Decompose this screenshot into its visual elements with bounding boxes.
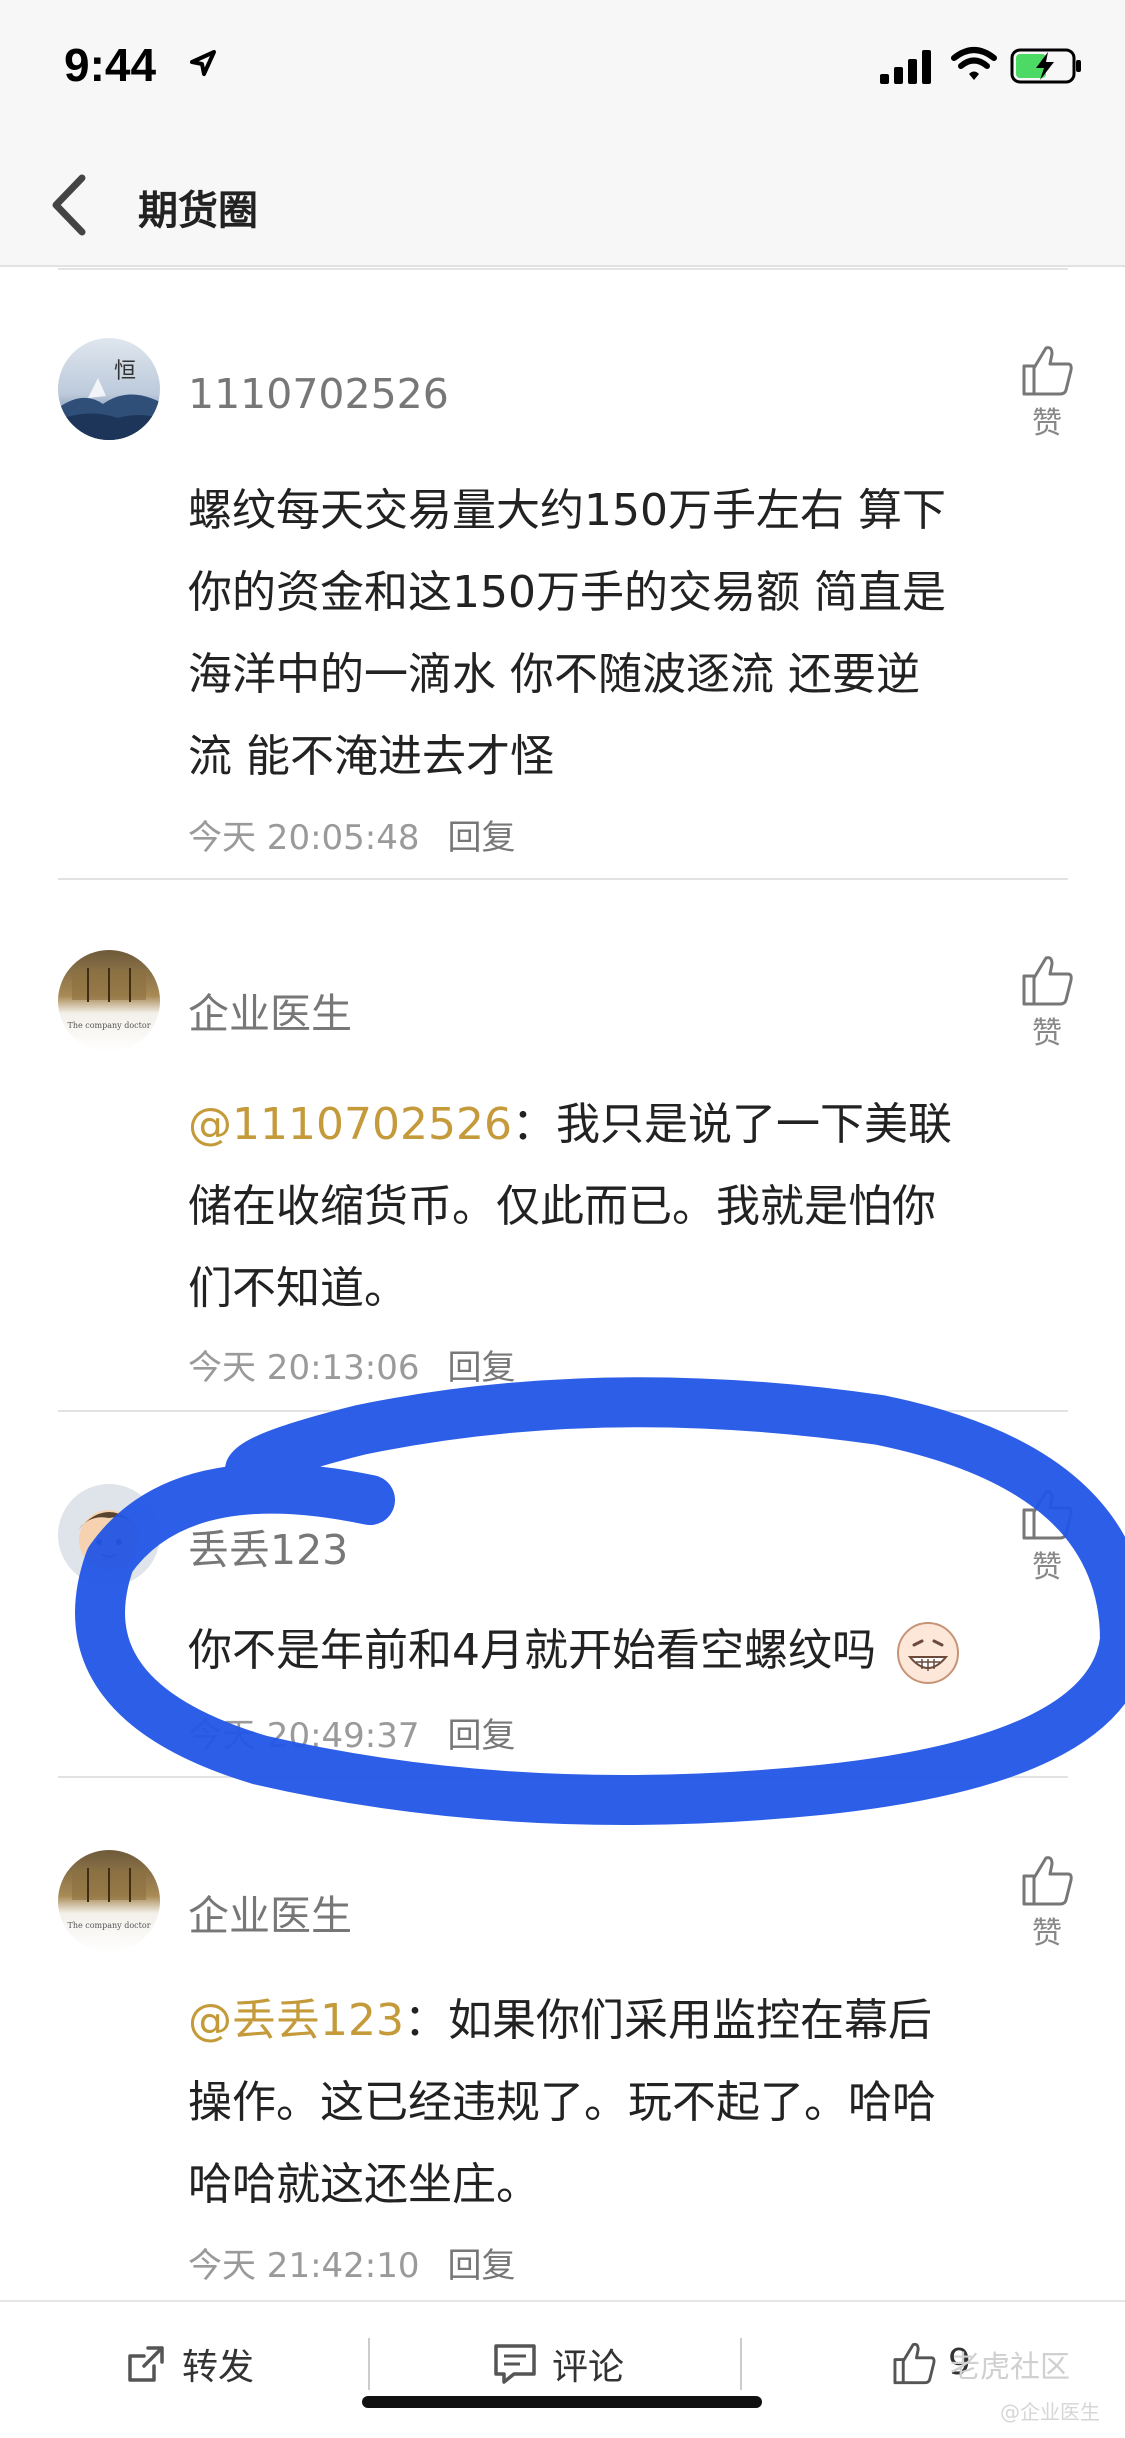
like-label: 赞 xyxy=(1032,1016,1062,1051)
home-indicator[interactable] xyxy=(362,2396,762,2408)
comment-line: 哈哈就这还坐庄。 xyxy=(188,2159,540,2210)
avatar[interactable]: 恒 xyxy=(58,338,160,440)
landscape-avatar-image: 恒 xyxy=(58,359,160,440)
reply-button[interactable]: 回复 xyxy=(448,1716,516,1756)
like-button[interactable]: 赞 xyxy=(1012,1484,1082,1586)
status-bar: 9:44 xyxy=(0,0,1125,140)
username[interactable]: 企业医生 xyxy=(188,980,352,1040)
username[interactable]: 丢丢123 xyxy=(188,1516,348,1576)
status-time: 9:44 xyxy=(64,39,157,91)
comment-label: 评论 xyxy=(552,2347,625,2388)
comment-text: 你不是年前和4月就开始看空螺纹吗 xyxy=(188,1610,1068,1692)
share-label: 转发 xyxy=(182,2347,255,2388)
comment-line: 你不是年前和4月就开始看空螺纹吗 xyxy=(188,1610,1068,1692)
comment-icon xyxy=(494,2344,536,2384)
thumbs-up-icon xyxy=(1022,346,1073,396)
share-button[interactable]: 转发 xyxy=(124,2338,254,2390)
like-label: 赞 xyxy=(1032,406,1062,441)
comment-line-text: ：我只是说了一下美联 xyxy=(511,1099,952,1150)
reply-button[interactable]: 回复 xyxy=(448,1348,516,1388)
share-icon xyxy=(128,2346,164,2382)
comment-line: 流 能不淹进去才怪 xyxy=(188,731,554,782)
page-title: 期货圈 xyxy=(138,188,258,234)
thumbs-up-icon xyxy=(893,2342,936,2385)
comment-line: @1110702526：我只是说了一下美联 xyxy=(188,1084,1068,1166)
cartoon-face-avatar-image xyxy=(78,1510,140,1570)
comment-meta: 今天 21:42:10 回复 xyxy=(188,2238,516,2287)
like-label: 赞 xyxy=(1032,1550,1062,1585)
reply-button[interactable]: 回复 xyxy=(448,2246,516,2286)
avatar[interactable]: The company doctor xyxy=(58,950,160,1052)
comment-line: 储在收缩货币。仅此而已。我就是怕你 xyxy=(188,1181,936,1232)
navigation-bar: 期货圈 xyxy=(0,140,1125,267)
signal-icon xyxy=(880,50,931,84)
grinning-emoji-icon xyxy=(897,1622,959,1684)
username[interactable]: 企业医生 xyxy=(188,1882,352,1942)
reply-button[interactable]: 回复 xyxy=(448,818,516,858)
company-doctor-avatar-image: The company doctor xyxy=(67,968,151,1030)
wifi-icon xyxy=(951,47,997,80)
comment-text: @1110702526：我只是说了一下美联 储在收缩货币。仅此而已。我就是怕你 … xyxy=(188,1084,1068,1330)
mention-link[interactable]: @丢丢123 xyxy=(188,1995,404,2046)
thumbs-up-icon xyxy=(1022,1490,1073,1540)
battery-charging-icon xyxy=(1010,48,1081,84)
avatar[interactable] xyxy=(58,1484,160,1586)
back-chevron-icon[interactable] xyxy=(42,170,102,240)
company-doctor-avatar-image: The company doctor xyxy=(67,1868,151,1930)
like-button[interactable]: 赞 xyxy=(1012,950,1082,1052)
thumbs-up-icon xyxy=(1022,1856,1073,1906)
comment-timestamp: 今天 21:42:10 xyxy=(188,2246,420,2286)
comment-text: @丢丢123：如果你们采用监控在幕后 操作。这已经违规了。玩不起了。哈哈 哈哈就… xyxy=(188,1980,1068,2226)
comment-timestamp: 今天 20:49:37 xyxy=(188,1716,420,1756)
comment-line: 操作。这已经违规了。玩不起了。哈哈 xyxy=(188,2077,936,2128)
watermark: 老虎社区 xyxy=(950,2350,1070,2385)
comment-timestamp: 今天 20:13:06 xyxy=(188,1348,420,1388)
comment-text: 螺纹每天交易量大约150万手左右 算下 你的资金和这150万手的交易额 简直是 … xyxy=(188,470,1068,798)
divider xyxy=(58,1776,1068,1778)
comment-meta: 今天 20:49:37 回复 xyxy=(188,1708,516,1757)
location-arrow-icon xyxy=(190,50,216,76)
like-label: 赞 xyxy=(1032,1916,1062,1951)
svg-text:The company doctor: The company doctor xyxy=(67,1021,150,1030)
like-button[interactable]: 赞 xyxy=(1012,1850,1082,1952)
comment-line: 你的资金和这150万手的交易额 简直是 xyxy=(188,567,946,618)
svg-text:恒: 恒 xyxy=(114,359,136,384)
avatar[interactable]: The company doctor xyxy=(58,1850,160,1952)
like-button[interactable]: 赞 xyxy=(1012,340,1082,442)
separator xyxy=(368,2338,370,2390)
divider xyxy=(58,878,1068,880)
comment-line: 们不知道。 xyxy=(188,1263,408,1314)
separator xyxy=(740,2338,742,2390)
svg-text:The company doctor: The company doctor xyxy=(67,1921,150,1930)
comment-button[interactable]: 评论 xyxy=(492,2338,624,2390)
watermark-sub: @企业医生 xyxy=(1000,2400,1100,2424)
divider xyxy=(58,268,1068,270)
comment-line-text: ：如果你们采用监控在幕后 xyxy=(403,1995,932,2046)
thumbs-up-icon xyxy=(1022,956,1073,1006)
comment-meta: 今天 20:13:06 回复 xyxy=(188,1340,516,1389)
divider xyxy=(58,1410,1068,1412)
mention-link[interactable]: @1110702526 xyxy=(188,1099,512,1150)
comment-timestamp: 今天 20:05:48 xyxy=(188,818,420,858)
comment-line: @丢丢123：如果你们采用监控在幕后 xyxy=(188,1980,1068,2062)
comment-meta: 今天 20:05:48 回复 xyxy=(188,810,516,859)
comment-line-text: 你不是年前和4月就开始看空螺纹吗 xyxy=(188,1625,876,1676)
comment-line: 海洋中的一滴水 你不随波逐流 还要逆 xyxy=(188,649,920,700)
username[interactable]: 1110702526 xyxy=(188,370,449,418)
comment-line: 螺纹每天交易量大约150万手左右 算下 xyxy=(188,485,946,536)
